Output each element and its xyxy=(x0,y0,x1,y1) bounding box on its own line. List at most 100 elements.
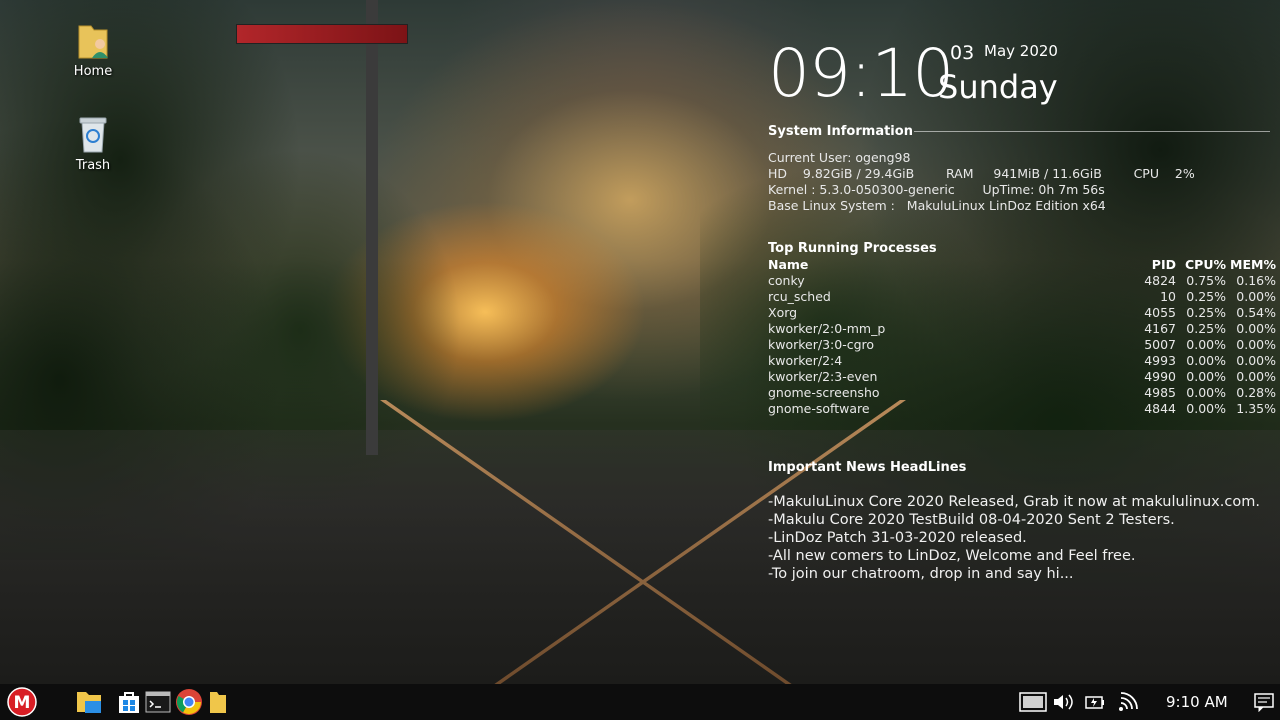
process-row: conky 4824 0.75% 0.16% xyxy=(768,273,1276,289)
wallpaper-signal-post xyxy=(366,0,378,455)
process-pid: 4985 xyxy=(1144,385,1176,400)
file-manager-icon xyxy=(77,692,101,713)
news-item: -LinDoz Patch 31-03-2020 released. xyxy=(768,530,1027,546)
process-cpu: 0.00% xyxy=(1186,353,1226,368)
system-info-title: System Information xyxy=(768,124,913,139)
process-row: kworker/2:0-mm_p 4167 0.25% 0.00% xyxy=(768,321,1276,337)
desktop-wallpaper: Home Trash 09:10 03 May 2020 Sunday Syst… xyxy=(0,0,1280,684)
process-pid: 4990 xyxy=(1144,369,1176,384)
process-name: kworker/3:0-cgro xyxy=(768,337,875,352)
wallpaper-signal-arm xyxy=(236,24,408,44)
news-item: -MakuluLinux Core 2020 Released, Grab it… xyxy=(768,494,1260,510)
resources-line: HD 9.82GiB / 29.4GiB RAM 941MiB / 11.6Gi… xyxy=(768,166,1195,181)
network-display-icon xyxy=(1019,692,1047,712)
folder-icon xyxy=(210,692,226,713)
process-row: gnome-software 4844 0.00% 1.35% xyxy=(768,401,1276,417)
terminal-icon xyxy=(145,691,171,713)
process-header-name: Name xyxy=(768,257,809,272)
windows-store-icon xyxy=(119,692,139,713)
news-item: -To join our chatroom, drop in and say h… xyxy=(768,566,1074,582)
process-cpu: 0.75% xyxy=(1186,273,1226,288)
process-pid: 5007 xyxy=(1144,337,1176,352)
conky-clock-time: 09:10 xyxy=(768,35,954,112)
desktop-icon-home[interactable]: Home xyxy=(53,20,133,79)
kernel-line: Kernel : 5.3.0-050300-generic UpTime: 0h… xyxy=(768,182,1105,197)
desktop-icon-trash[interactable]: Trash xyxy=(53,114,133,173)
process-cpu: 0.00% xyxy=(1186,401,1226,416)
desktop-icon-label: Home xyxy=(73,64,113,79)
taskbar-clock[interactable]: 9:10 AM xyxy=(1166,693,1228,711)
process-mem: 0.28% xyxy=(1236,385,1276,400)
process-row: Xorg 4055 0.25% 0.54% xyxy=(768,305,1276,321)
process-pid: 4167 xyxy=(1144,321,1176,336)
taskbar-folder-button[interactable] xyxy=(206,688,230,716)
taskbar-terminal-button[interactable] xyxy=(144,688,172,716)
process-pid: 4824 xyxy=(1144,273,1176,288)
process-table-header: Name PID CPU% MEM% xyxy=(768,257,1276,273)
news-item: -Makulu Core 2020 TestBuild 08-04-2020 S… xyxy=(768,512,1175,528)
taskbar-chrome-button[interactable] xyxy=(174,688,204,716)
process-name: conky xyxy=(768,273,805,288)
conky-clock-month-year: May 2020 xyxy=(984,42,1058,60)
volume-icon xyxy=(1054,694,1073,710)
process-header-cpu: CPU% xyxy=(1184,257,1226,272)
start-menu-label: M xyxy=(13,693,31,713)
process-mem: 0.00% xyxy=(1236,369,1276,384)
process-pid: 4993 xyxy=(1144,353,1176,368)
tray-battery-button[interactable] xyxy=(1082,688,1108,716)
process-cpu: 0.00% xyxy=(1186,369,1226,384)
process-row: kworker/2:4 4993 0.00% 0.00% xyxy=(768,353,1276,369)
process-pid: 4844 xyxy=(1144,401,1176,416)
process-cpu: 0.25% xyxy=(1186,321,1226,336)
process-mem: 1.35% xyxy=(1236,401,1276,416)
process-row: gnome-screensho 4985 0.00% 0.28% xyxy=(768,385,1276,401)
process-mem: 0.00% xyxy=(1236,289,1276,304)
taskbar-store-button[interactable] xyxy=(116,688,142,716)
action-center-button[interactable] xyxy=(1252,688,1276,716)
process-pid: 10 xyxy=(1160,289,1176,304)
processes-title: Top Running Processes xyxy=(768,241,937,256)
trash-icon xyxy=(73,114,113,156)
tray-wifi-button[interactable] xyxy=(1116,688,1140,716)
process-name: kworker/2:4 xyxy=(768,353,843,368)
taskbar-file-manager-button[interactable] xyxy=(74,688,104,716)
process-mem: 0.00% xyxy=(1236,321,1276,336)
process-row: kworker/2:3-even 4990 0.00% 0.00% xyxy=(768,369,1276,385)
process-cpu: 0.25% xyxy=(1186,305,1226,320)
process-header-mem: MEM% xyxy=(1230,257,1276,272)
process-name: gnome-screensho xyxy=(768,385,880,400)
process-name: kworker/2:3-even xyxy=(768,369,878,384)
wifi-icon xyxy=(1119,692,1138,711)
home-folder-icon xyxy=(73,20,113,62)
system-info-divider xyxy=(914,131,1270,132)
battery-icon xyxy=(1085,696,1104,709)
process-mem: 0.16% xyxy=(1236,273,1276,288)
process-cpu: 0.00% xyxy=(1186,337,1226,352)
current-user-line: Current User: ogeng98 xyxy=(768,150,911,165)
tray-volume-button[interactable] xyxy=(1050,688,1076,716)
start-menu-button[interactable]: M xyxy=(6,687,38,717)
process-cpu: 0.25% xyxy=(1186,289,1226,304)
conky-clock-day: 03 xyxy=(950,42,975,64)
process-pid: 4055 xyxy=(1144,305,1176,320)
process-name: rcu_sched xyxy=(768,289,831,304)
taskbar: M 9:10 AM xyxy=(0,684,1280,720)
process-table: Name PID CPU% MEM% conky 4824 0.75% 0.16… xyxy=(768,257,1276,417)
tray-display-button[interactable] xyxy=(1018,688,1048,716)
process-row: kworker/3:0-cgro 5007 0.00% 0.00% xyxy=(768,337,1276,353)
process-row: rcu_sched 10 0.25% 0.00% xyxy=(768,289,1276,305)
conky-clock-weekday: Sunday xyxy=(938,68,1058,106)
process-name: kworker/2:0-mm_p xyxy=(768,321,886,336)
news-title: Important News HeadLines xyxy=(768,460,967,475)
chrome-icon xyxy=(176,689,202,715)
process-mem: 0.00% xyxy=(1236,337,1276,352)
process-mem: 0.54% xyxy=(1236,305,1276,320)
news-item: -All new comers to LinDoz, Welcome and F… xyxy=(768,548,1136,564)
process-name: gnome-software xyxy=(768,401,870,416)
process-cpu: 0.00% xyxy=(1186,385,1226,400)
process-header-pid: PID xyxy=(1151,257,1176,272)
process-mem: 0.00% xyxy=(1236,353,1276,368)
desktop-icon-label: Trash xyxy=(75,158,111,173)
notification-icon xyxy=(1254,693,1274,712)
process-name: Xorg xyxy=(768,305,798,320)
